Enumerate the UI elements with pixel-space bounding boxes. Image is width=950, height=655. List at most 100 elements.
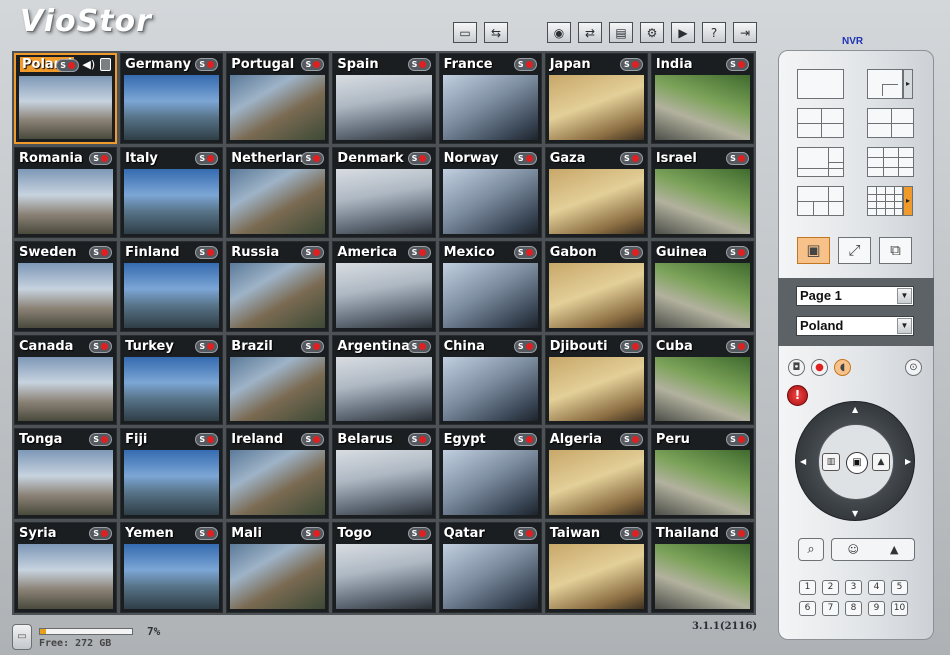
- remote-config-icon[interactable]: ◉: [547, 22, 571, 43]
- camera-tile[interactable]: Egypt S: [438, 428, 542, 520]
- camera-tile[interactable]: Mali S: [226, 522, 330, 613]
- layout-4x4-button[interactable]: [867, 186, 903, 216]
- preset-control[interactable]: ☺ ▲: [831, 538, 915, 561]
- layout-3x3-button[interactable]: [867, 147, 914, 177]
- camera-tile[interactable]: Italy S: [120, 146, 224, 238]
- preset-button[interactable]: 7: [822, 601, 839, 616]
- camera-video-feed: [336, 544, 432, 609]
- preset-person-icon[interactable]: ☺: [848, 543, 859, 556]
- camera-tile[interactable]: Japan S: [544, 53, 648, 144]
- camera-tile[interactable]: Finland S: [120, 240, 224, 332]
- camera-tile[interactable]: Argentina S: [332, 334, 436, 426]
- camera-tile[interactable]: Belarus S: [332, 428, 436, 520]
- preset-button[interactable]: 3: [845, 580, 862, 595]
- speaker-icon[interactable]: ◀): [82, 58, 95, 71]
- camera-tile[interactable]: Turkey S: [120, 334, 224, 426]
- zoom-in-icon[interactable]: ▲: [872, 453, 890, 471]
- ptz-control[interactable]: ▲ ▼ ◀ ▶ ▥ ▣ ▲: [795, 401, 915, 521]
- ptz-home-icon[interactable]: ▣: [846, 452, 868, 474]
- camera-tile[interactable]: Taiwan S: [544, 522, 648, 613]
- camera-tile[interactable]: Thailand S: [650, 522, 754, 613]
- camera-tile[interactable]: Ireland S: [226, 428, 330, 520]
- layout-1plus3-button[interactable]: [867, 108, 914, 138]
- camera-tile[interactable]: Germany S: [120, 53, 224, 144]
- help-icon[interactable]: ?: [702, 22, 726, 43]
- camera-tile[interactable]: Mexico S: [438, 240, 542, 332]
- camera-tile[interactable]: Algeria S: [544, 428, 648, 520]
- camera-tile[interactable]: Fiji S: [120, 428, 224, 520]
- record-icon[interactable]: ●: [811, 359, 828, 376]
- camera-tile[interactable]: Sweden S: [14, 240, 118, 332]
- layout-pip-arrow-icon[interactable]: ▸: [903, 69, 913, 99]
- camera-tile[interactable]: Togo S: [332, 522, 436, 613]
- alarm-icon[interactable]: !: [787, 385, 808, 406]
- preset-button[interactable]: 1: [799, 580, 816, 595]
- multi-monitor-icon[interactable]: ⧉: [879, 237, 912, 264]
- ptz-left-icon[interactable]: ◀: [800, 458, 806, 466]
- camera-tile[interactable]: France S: [438, 53, 542, 144]
- camera-tile[interactable]: Canada S: [14, 334, 118, 426]
- lock-icon[interactable]: [100, 58, 112, 71]
- chevron-down-icon[interactable]: ▼: [897, 288, 912, 304]
- record-settings-icon[interactable]: ▤: [609, 22, 633, 43]
- camera-select[interactable]: Poland ▼: [796, 316, 914, 336]
- playback-icon[interactable]: ▶: [671, 22, 695, 43]
- camera-tile[interactable]: Romania S: [14, 146, 118, 238]
- camera-tile[interactable]: Russia S: [226, 240, 330, 332]
- preset-button[interactable]: 5: [891, 580, 908, 595]
- camera-tile[interactable]: Israel S: [650, 146, 754, 238]
- camera-tile[interactable]: Guinea S: [650, 240, 754, 332]
- recording-status-letter: S: [199, 435, 206, 445]
- digital-zoom-icon[interactable]: ⌕: [798, 538, 824, 561]
- layout-pip-button[interactable]: [867, 69, 903, 99]
- audio-icon[interactable]: ◖: [834, 359, 851, 376]
- camera-tile[interactable]: India S: [650, 53, 754, 144]
- snapshot-icon[interactable]: ◘: [788, 359, 805, 376]
- preset-button[interactable]: 2: [822, 580, 839, 595]
- camera-tile[interactable]: Syria S: [14, 522, 118, 613]
- camera-settings-icon[interactable]: ⊙: [905, 359, 922, 376]
- preset-button[interactable]: 6: [799, 601, 816, 616]
- page-select[interactable]: Page 1 ▼: [796, 286, 914, 306]
- fullscreen-icon[interactable]: ⤢: [838, 237, 871, 264]
- camera-tile[interactable]: Cuba S: [650, 334, 754, 426]
- zoom-out-icon[interactable]: ▥: [822, 453, 840, 471]
- camera-tile[interactable]: Netherlan S: [226, 146, 330, 238]
- camera-tile[interactable]: Tonga S: [14, 428, 118, 520]
- preset-button[interactable]: 10: [891, 601, 908, 616]
- network-icon[interactable]: ⇄: [578, 22, 602, 43]
- layout-1plus7-button[interactable]: [797, 186, 844, 216]
- preset-button[interactable]: 4: [868, 580, 885, 595]
- camera-tile[interactable]: Peru S: [650, 428, 754, 520]
- multi-server-icon[interactable]: ⇆: [484, 22, 508, 43]
- camera-tile[interactable]: Poland S ◀): [14, 53, 118, 144]
- camera-tile[interactable]: America S: [332, 240, 436, 332]
- layout-2x2-button[interactable]: [797, 108, 844, 138]
- layout-more-arrow-icon[interactable]: ▸: [903, 186, 913, 216]
- ptz-right-icon[interactable]: ▶: [905, 458, 911, 466]
- layout-1x1-button[interactable]: [797, 69, 844, 99]
- camera-video-feed: [124, 450, 220, 516]
- camera-tile[interactable]: Gaza S: [544, 146, 648, 238]
- camera-tile[interactable]: Djibouti S: [544, 334, 648, 426]
- system-settings-icon[interactable]: ⚙: [640, 22, 664, 43]
- monitor-icon[interactable]: ▭: [453, 22, 477, 43]
- ptz-up-icon[interactable]: ▲: [852, 406, 858, 414]
- camera-tile[interactable]: Denmark S: [332, 146, 436, 238]
- camera-tile[interactable]: Spain S: [332, 53, 436, 144]
- sequence-mode-button[interactable]: ▣: [797, 237, 830, 264]
- logout-icon[interactable]: ⇥: [733, 22, 757, 43]
- chevron-down-icon[interactable]: ▼: [897, 318, 912, 334]
- camera-tile[interactable]: Norway S: [438, 146, 542, 238]
- layout-1plus5-button[interactable]: [797, 147, 844, 177]
- preset-button[interactable]: 8: [845, 601, 862, 616]
- camera-tile[interactable]: Gabon S: [544, 240, 648, 332]
- camera-tile[interactable]: China S: [438, 334, 542, 426]
- preset-mountain-icon[interactable]: ▲: [890, 543, 898, 556]
- camera-tile[interactable]: Yemen S: [120, 522, 224, 613]
- preset-button[interactable]: 9: [868, 601, 885, 616]
- camera-tile[interactable]: Qatar S: [438, 522, 542, 613]
- camera-tile[interactable]: Portugal S: [226, 53, 330, 144]
- ptz-down-icon[interactable]: ▼: [852, 510, 858, 518]
- camera-tile[interactable]: Brazil S: [226, 334, 330, 426]
